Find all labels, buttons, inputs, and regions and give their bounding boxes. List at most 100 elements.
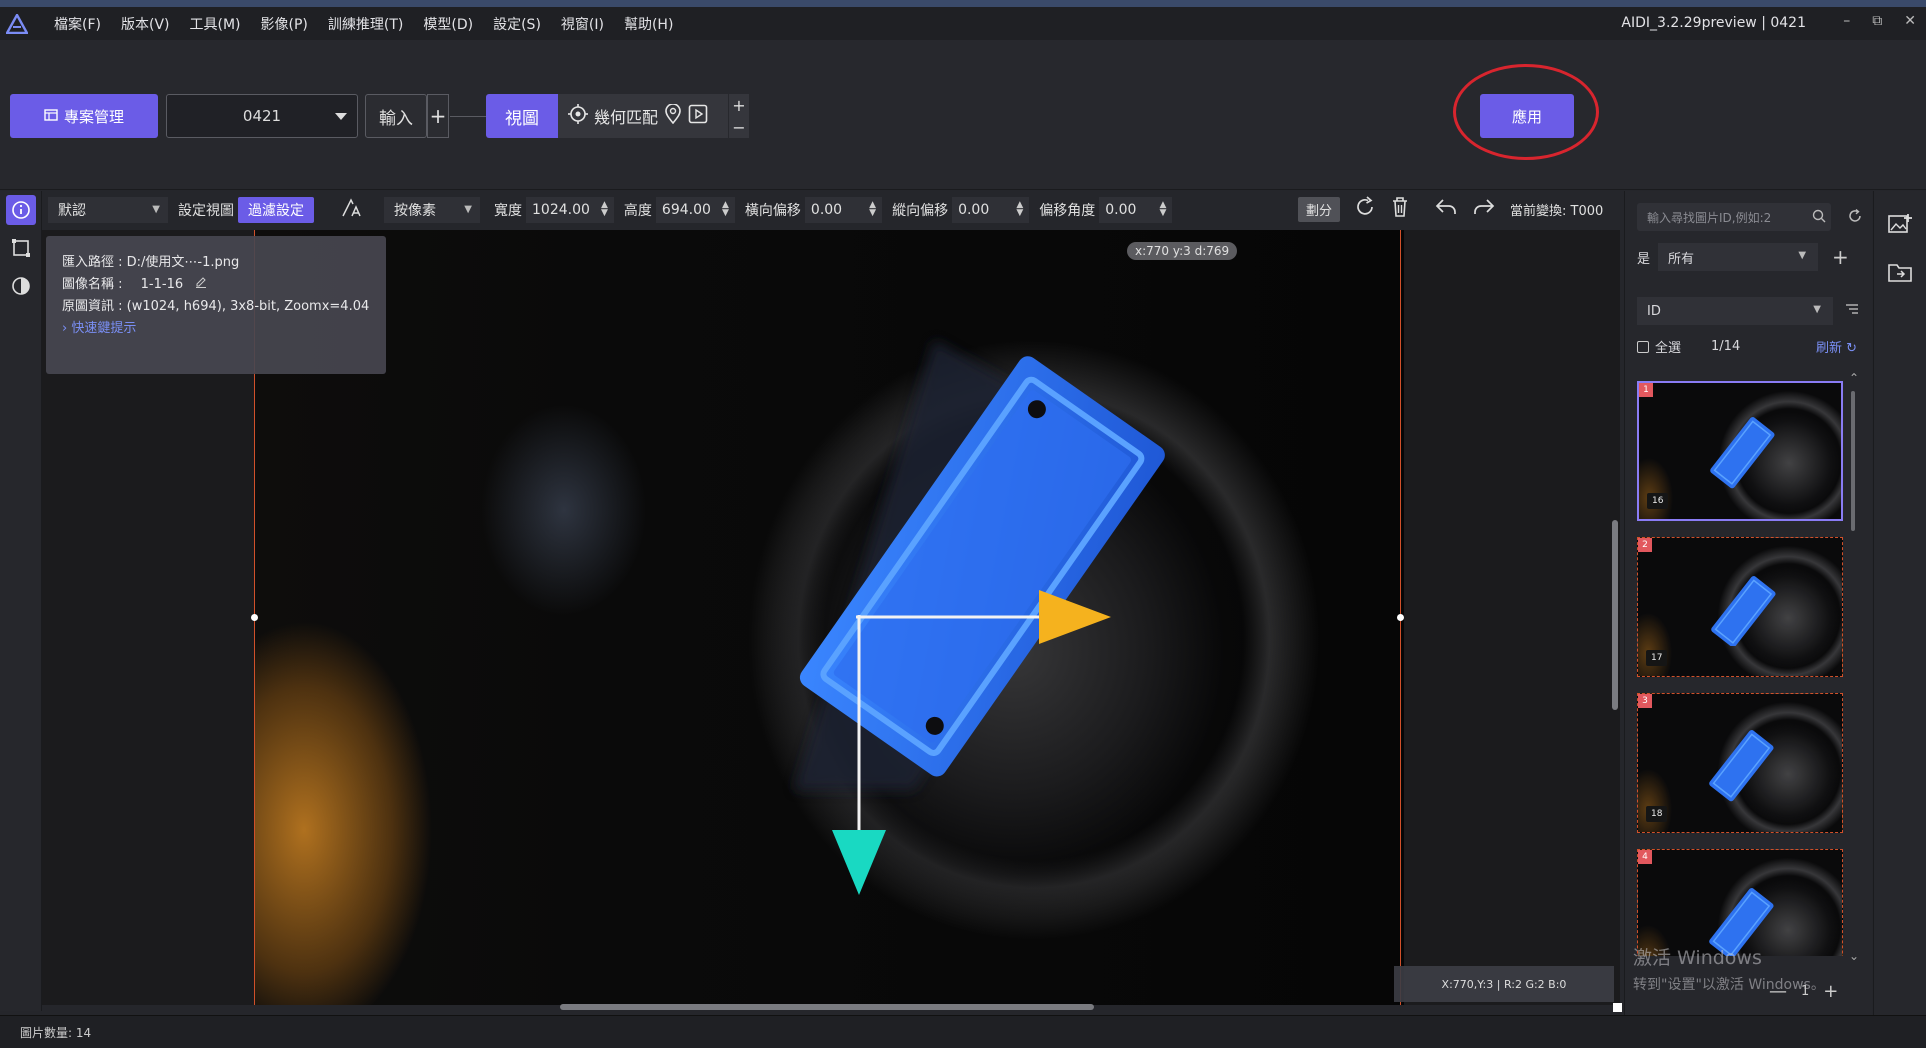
- angle-field[interactable]: 0.00 ▲ ▼: [1099, 197, 1173, 223]
- select-all-label: 全選: [1655, 341, 1682, 356]
- unit-dropdown[interactable]: 按像素 ▼: [384, 197, 480, 223]
- pager-prev-button[interactable]: —: [1769, 981, 1787, 1002]
- menu-version[interactable]: 版本(V): [111, 14, 180, 34]
- geometry-match-node[interactable]: 幾何匹配: [558, 94, 728, 138]
- set-view-button[interactable]: 設定視圖: [178, 200, 234, 220]
- filter-dropdown[interactable]: 所有 ▼: [1658, 243, 1819, 271]
- original-info: 原圖資訊 : (w1024, h694), 3x8-bit, Zoomx=4.0…: [62, 299, 370, 314]
- remove-node-button[interactable]: −: [732, 118, 745, 137]
- rotate-icon[interactable]: [1354, 196, 1376, 222]
- refresh-icon[interactable]: [1847, 208, 1863, 228]
- import-folder-icon[interactable]: [1885, 257, 1915, 287]
- image-name-value: 1-1-16: [140, 277, 184, 292]
- width-field[interactable]: 1024.00 ▲ ▼: [526, 197, 614, 223]
- search-icon[interactable]: [1812, 209, 1826, 227]
- search-input[interactable]: 輸入尋找圖片ID,例如:2: [1637, 203, 1831, 231]
- add-node-button[interactable]: +: [732, 96, 745, 115]
- add-filter-button[interactable]: +: [1832, 245, 1849, 269]
- h-offset-field[interactable]: 0.00 ▲ ▼: [804, 197, 883, 223]
- menu-tools[interactable]: 工具(M): [180, 14, 251, 34]
- preset-dropdown[interactable]: 默認 ▼: [48, 197, 168, 223]
- v-offset-field[interactable]: 0.00 ▲ ▼: [952, 197, 1030, 223]
- watermark-title: 激活 Windows: [1633, 947, 1762, 969]
- pixel-readout: X:770,Y:3 | R:2 G:2 B:0: [1394, 966, 1614, 1002]
- thumbnail-preview: [1709, 730, 1774, 802]
- delete-icon[interactable]: [1390, 196, 1410, 222]
- scroll-bottom-icon[interactable]: ⌄: [1849, 949, 1859, 963]
- sort-icon[interactable]: [1845, 303, 1859, 319]
- view-node-button[interactable]: 視圖: [486, 94, 558, 138]
- thumbnail-item[interactable]: 1 16: [1637, 381, 1843, 521]
- thumbnail-tag: 16: [1647, 493, 1669, 509]
- split-button[interactable]: 劃分: [1298, 196, 1341, 222]
- info-icon[interactable]: [5, 195, 36, 225]
- spinner-icon[interactable]: ▲ ▼: [601, 201, 608, 218]
- roi-right-handle[interactable]: [1397, 614, 1404, 621]
- scroll-top-icon[interactable]: ⌃: [1849, 371, 1859, 385]
- refresh-link[interactable]: 刷新 ↻: [1816, 337, 1857, 356]
- chevron-down-icon: ▼: [464, 204, 472, 215]
- spinner-icon[interactable]: ▲ ▼: [869, 201, 876, 218]
- project-select-value: 0421: [242, 107, 282, 125]
- location-pin-icon[interactable]: [664, 103, 682, 128]
- shortcut-hint-label: 快速鍵提示: [71, 321, 137, 336]
- search-placeholder: 輸入尋找圖片ID,例如:2: [1647, 210, 1772, 225]
- thumbnail-index: 4: [1638, 850, 1652, 864]
- vertical-scrollbar[interactable]: [1612, 520, 1618, 710]
- thumbnail-index: 3: [1638, 694, 1652, 708]
- close-icon[interactable]: ✕: [1904, 13, 1916, 29]
- angle-label: 偏移角度: [1039, 203, 1096, 219]
- crop-icon[interactable]: [6, 233, 36, 263]
- menu-model[interactable]: 模型(D): [413, 14, 483, 34]
- thumbnail-item[interactable]: 3 18: [1637, 693, 1843, 833]
- project-select[interactable]: 0421: [166, 94, 358, 138]
- menu-help[interactable]: 幫助(H): [614, 14, 683, 34]
- annotation-font-icon[interactable]: [340, 197, 362, 223]
- project-management-button[interactable]: 專案管理: [10, 94, 158, 138]
- height-field[interactable]: 694.00 ▲ ▼: [655, 197, 735, 223]
- menu-file[interactable]: 檔案(F): [44, 14, 111, 34]
- thumbnail-scrollbar[interactable]: [1851, 391, 1855, 531]
- play-icon[interactable]: [688, 104, 708, 128]
- undo-icon[interactable]: [1434, 197, 1458, 221]
- canvas-corner-handle[interactable]: [1613, 1003, 1622, 1012]
- pager-next-button[interactable]: +: [1823, 981, 1838, 1002]
- horizontal-scrollbar[interactable]: [560, 1004, 1094, 1010]
- menu-bar: 檔案(F) 版本(V) 工具(M) 影像(P) 訓練推理(T) 模型(D) 設定…: [44, 14, 683, 34]
- blue-component: [799, 356, 1165, 777]
- h-offset-label: 橫向偏移: [744, 203, 801, 219]
- image-name-label: 圖像名稱 :: [62, 277, 123, 292]
- thumbnail-item[interactable]: 4: [1637, 849, 1843, 956]
- spinner-icon[interactable]: ▲ ▼: [722, 201, 729, 218]
- y-axis-arrowhead: [832, 830, 886, 895]
- minimize-icon[interactable]: –: [1843, 13, 1850, 29]
- add-after-input-button[interactable]: +: [427, 94, 449, 138]
- roi-left-handle[interactable]: [251, 614, 258, 621]
- restore-icon[interactable]: ⧉: [1872, 13, 1882, 29]
- selection-row: 全選 1/14 刷新 ↻: [1637, 337, 1867, 356]
- edit-icon[interactable]: [195, 277, 207, 292]
- sort-field-dropdown[interactable]: ID ▼: [1637, 297, 1833, 325]
- filter-settings-button[interactable]: 過濾設定: [238, 197, 314, 223]
- menu-settings[interactable]: 設定(S): [483, 14, 551, 34]
- menu-window[interactable]: 視窗(I): [551, 14, 614, 34]
- spinner-icon[interactable]: ▲ ▼: [1016, 201, 1023, 218]
- thumbnail-tag: 18: [1646, 806, 1668, 822]
- geometry-match-label: 幾何匹配: [594, 108, 659, 127]
- contrast-icon[interactable]: [6, 271, 36, 301]
- thumbnail-item[interactable]: 2 17: [1637, 537, 1843, 677]
- width-label: 寬度: [494, 203, 522, 219]
- spinner-icon[interactable]: ▲ ▼: [1160, 201, 1167, 218]
- thumbnail-index: 1: [1639, 383, 1653, 397]
- menu-image[interactable]: 影像(P): [251, 14, 318, 34]
- window-controls: – ⧉ ✕: [1843, 13, 1916, 29]
- redo-icon[interactable]: [1472, 197, 1496, 221]
- input-node-button[interactable]: 輸入: [365, 94, 427, 138]
- select-all-checkbox[interactable]: [1637, 340, 1649, 353]
- add-image-icon[interactable]: [1885, 209, 1915, 239]
- left-tool-rail: [0, 191, 42, 1011]
- project-icon: [44, 107, 58, 125]
- main-toolbar: 專案管理 0421 輸入 + 視圖 幾何匹配 + − 應用: [0, 40, 1926, 190]
- shortcut-hint-link[interactable]: › 快速鍵提示: [62, 318, 370, 340]
- menu-train-infer[interactable]: 訓練推理(T): [318, 14, 413, 34]
